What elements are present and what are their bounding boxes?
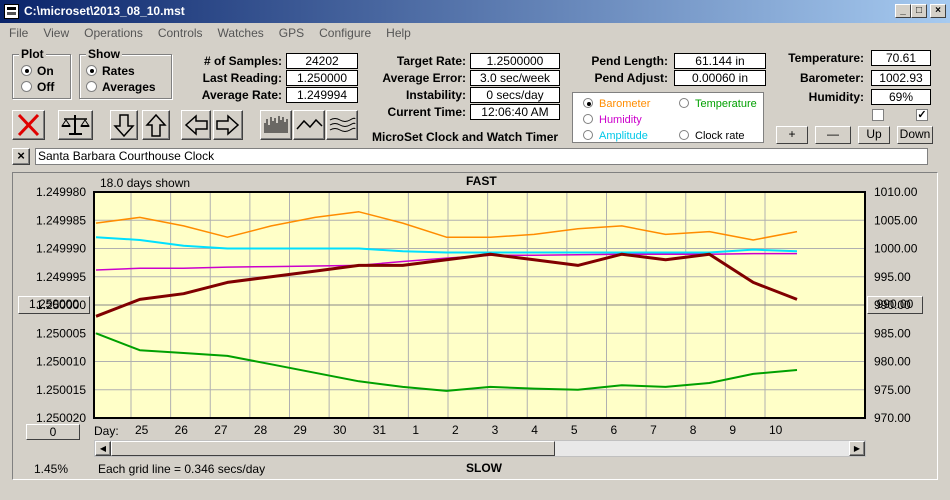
right-axis-tick: 1010.00: [874, 185, 918, 199]
day-tick-label: 27: [214, 423, 228, 437]
left-axis-tick: 1.249985: [36, 213, 86, 227]
day-tick-label: 1: [412, 423, 419, 437]
day-tick-label: 3: [492, 423, 499, 437]
day-tick-label: 28: [254, 423, 268, 437]
day-tick-label: 8: [690, 423, 697, 437]
day-tick-label: 4: [531, 423, 538, 437]
day-tick-label: 30: [333, 423, 347, 437]
scroll-left-arrow-icon[interactable]: ◀: [95, 441, 111, 456]
right-axis-tick: 995.00: [874, 270, 911, 284]
right-axis-tick: 1005.00: [874, 213, 918, 227]
day-tick-label: 10: [769, 423, 783, 437]
day-tick-label: 9: [729, 423, 736, 437]
right-axis-tick: 975.00: [874, 383, 911, 397]
left-axis-tick: 1.250020: [36, 411, 86, 425]
chart-scrollbar[interactable]: ◀ ▶: [94, 440, 866, 457]
right-axis-tick: 970.00: [874, 411, 911, 425]
rate-chart: 1.249980 1010.00 1.249985 1005.00 1.249990 10…: [36, 185, 918, 437]
day-tick-label: 25: [135, 423, 149, 437]
scrollbar-thumb[interactable]: [111, 441, 555, 456]
left-axis-tick: 1.249995: [36, 270, 86, 284]
day-tick-label: 5: [571, 423, 578, 437]
left-axis-tick: 1.249980: [36, 185, 86, 199]
right-axis-tick: 990.00: [874, 298, 911, 312]
left-axis-tick: 1.250010: [36, 355, 86, 369]
day-tick-label: 26: [175, 423, 189, 437]
day-tick-label: 2: [452, 423, 459, 437]
right-axis-tick: 1000.00: [874, 242, 918, 256]
day-tick-label: 7: [650, 423, 657, 437]
day-tick-label: 31: [373, 423, 387, 437]
day-tick-label: 6: [611, 423, 618, 437]
left-axis-tick: 1.250000: [36, 298, 86, 312]
right-axis-tick: 980.00: [874, 355, 911, 369]
left-axis-tick: 1.249990: [36, 242, 86, 256]
left-axis-tick: 1.250005: [36, 326, 86, 340]
scroll-right-arrow-icon[interactable]: ▶: [849, 441, 865, 456]
day-tick-label: 29: [294, 423, 308, 437]
right-axis-tick: 985.00: [874, 326, 911, 340]
left-axis-tick: 1.250015: [36, 383, 86, 397]
